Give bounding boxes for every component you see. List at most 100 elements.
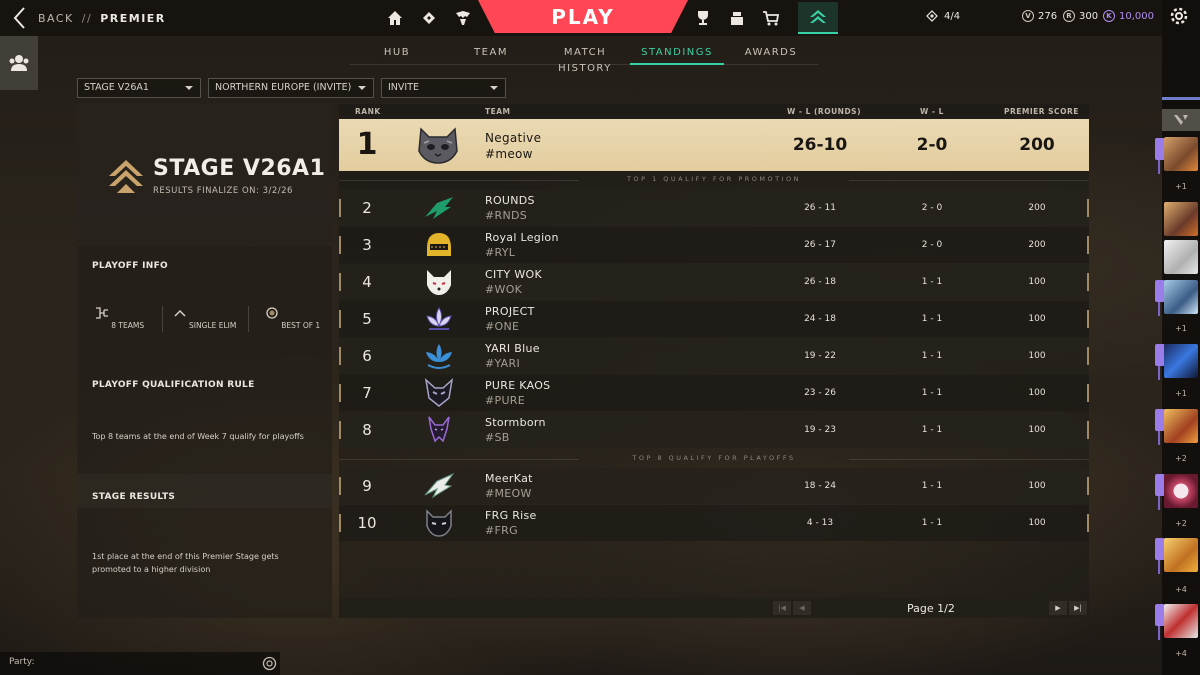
back-button[interactable]: BACK // PREMIER — [10, 6, 166, 30]
gear-icon[interactable] — [1168, 5, 1190, 27]
wl-cell: 1 - 1 — [921, 388, 943, 398]
row-marker — [1087, 384, 1089, 402]
premier-tabs: HUB TEAM MATCH HISTORY STANDINGS AWARDS — [350, 45, 818, 74]
header-wl: W - L — [920, 107, 944, 116]
next-page-button[interactable]: ▶ — [1049, 601, 1067, 615]
playoff-info-title: PLAYOFF INFO — [92, 261, 168, 271]
breadcrumb-separator: // — [81, 11, 93, 25]
collection-nav[interactable] — [720, 4, 754, 32]
row-marker — [1087, 477, 1089, 495]
playoff-bestof-label: BEST OF 1 — [281, 321, 321, 330]
table-row[interactable]: 4 CITY WOK #WOK 26 - 18 1 - 1 100 — [339, 264, 1089, 300]
avatar[interactable] — [1164, 137, 1198, 171]
team-tag: #FRG — [485, 524, 518, 537]
avatar[interactable] — [1164, 474, 1198, 508]
division-select[interactable]: INVITE — [381, 78, 506, 98]
radianite-value: 300 — [1079, 10, 1099, 22]
rank-cell: 10 — [357, 514, 377, 532]
radianite-points[interactable]: R 300 — [1063, 10, 1098, 22]
region-select-value: NORTHERN EUROPE (INVITE) — [215, 82, 352, 93]
table-row[interactable]: 5 PROJECT #ONE 24 - 18 1 - 1 100 — [339, 301, 1089, 337]
friends-button[interactable] — [0, 36, 38, 90]
breadcrumb: PREMIER — [100, 11, 166, 25]
wl-cell: 2 - 0 — [921, 203, 943, 213]
avatar[interactable] — [1164, 409, 1198, 443]
tab-team[interactable]: TEAM — [444, 45, 538, 65]
table-row[interactable]: 10 FRG Rise #FRG 4 - 13 1 - 1 100 — [339, 505, 1089, 541]
table-row[interactable]: 7 PURE KAOS #PURE 23 - 26 1 - 1 100 — [339, 375, 1089, 411]
rank-cell: 1 — [356, 127, 378, 162]
battlepass-nav[interactable] — [412, 4, 446, 32]
avatar[interactable] — [1164, 538, 1198, 572]
first-page-button[interactable]: |◀ — [773, 601, 791, 615]
premier-nav[interactable] — [798, 2, 838, 34]
voice-chat-icon[interactable] — [262, 656, 277, 671]
pagination: |◀ ◀ Page 1/2 ▶ ▶| — [339, 598, 1089, 618]
career-nav[interactable] — [686, 4, 720, 32]
green-bird-logo-icon — [425, 197, 453, 219]
blue-lotus-logo-icon — [426, 344, 452, 369]
table-row[interactable]: 8 Stormborn #SB 19 - 23 1 - 1 100 — [339, 412, 1089, 448]
avatar[interactable] — [1164, 202, 1198, 236]
table-row[interactable]: 2 ROUNDS #RNDS 26 - 11 2 - 0 200 — [339, 190, 1089, 226]
home-nav[interactable] — [378, 4, 412, 32]
stage-results-header — [77, 474, 332, 508]
tab-hub[interactable]: HUB — [350, 45, 444, 65]
stage-select[interactable]: STAGE V26A1 — [77, 78, 201, 98]
valorant-logo-button[interactable] — [1162, 109, 1200, 131]
team-name: PROJECT — [485, 305, 535, 318]
score-cell: 100 — [1028, 481, 1046, 491]
avatar[interactable] — [1164, 604, 1198, 638]
chevron-down-icon — [358, 86, 366, 90]
team-tag: #SB — [485, 431, 510, 444]
rounds-cell: 4 - 13 — [806, 518, 834, 528]
kingdom-credits-icon: K — [1103, 10, 1115, 22]
row-marker — [1087, 310, 1089, 328]
rank-cell: 5 — [362, 310, 372, 328]
header-rounds: W - L (ROUNDS) — [787, 107, 861, 116]
kingdom-credits[interactable]: K 10,000 — [1103, 10, 1154, 22]
table-row[interactable]: 9 MeerKat #MEOW 18 - 24 1 - 1 100 — [339, 468, 1089, 504]
last-page-button[interactable]: ▶| — [1069, 601, 1087, 615]
nav-left-group — [378, 4, 480, 32]
nav-right-group — [686, 4, 788, 32]
social-panel — [1162, 0, 1200, 675]
tab-match-history[interactable]: MATCH HISTORY — [538, 45, 632, 74]
stage-select-value: STAGE V26A1 — [84, 82, 149, 93]
score-cell: 100 — [1028, 351, 1046, 361]
qualification-rule-text: Top 8 teams at the end of Week 7 qualify… — [92, 432, 304, 441]
team-name: MeerKat — [485, 472, 533, 485]
standings-table: RANK TEAM W - L (ROUNDS) W - L PREMIER S… — [339, 104, 1089, 618]
party-chat-bar[interactable]: Party: — [0, 652, 280, 675]
row-marker — [1087, 236, 1089, 254]
table-row[interactable]: 1 Negative #meow 26-10 2-0 200 — [339, 119, 1089, 171]
valorant-logo-icon — [1174, 115, 1188, 125]
avatar[interactable] — [1164, 280, 1198, 314]
prev-page-button[interactable]: ◀ — [793, 601, 811, 615]
rounds-cell: 26 - 17 — [804, 240, 836, 250]
playoff-bestof: BEST OF 1 — [250, 306, 335, 330]
tab-awards[interactable]: AWARDS — [724, 45, 818, 65]
avatar[interactable] — [1164, 240, 1198, 274]
team-tag: #YARI — [485, 357, 520, 370]
rank-cell: 8 — [362, 421, 372, 439]
agents-icon — [456, 11, 470, 25]
agents-nav[interactable] — [446, 4, 480, 32]
rounds-cell: 19 - 23 — [804, 425, 836, 435]
region-select[interactable]: NORTHERN EUROPE (INVITE) — [208, 78, 374, 98]
row-marker — [1087, 514, 1089, 532]
stage-finalize-date: RESULTS FINALIZE ON: 3/2/26 — [153, 186, 293, 196]
tab-standings[interactable]: STANDINGS — [630, 45, 724, 65]
valorant-points-icon: V — [1022, 10, 1034, 22]
wl-cell: 1 - 1 — [921, 425, 943, 435]
table-row[interactable]: 6 YARI Blue #YARI 19 - 22 1 - 1 100 — [339, 338, 1089, 374]
play-button[interactable]: PLAY — [478, 0, 688, 33]
avatar[interactable] — [1164, 344, 1198, 378]
qualification-rule-title: PLAYOFF QUALIFICATION RULE — [92, 380, 255, 390]
valorant-points[interactable]: V 276 — [1022, 10, 1057, 22]
team-name: Negative — [485, 131, 542, 145]
table-row[interactable]: 3 Royal Legion #RYL 26 - 17 2 - 0 200 — [339, 227, 1089, 263]
store-nav[interactable] — [754, 4, 788, 32]
radianite-icon: R — [1063, 10, 1075, 22]
promotion-divider: TOP 1 QUALIFY FOR PROMOTION — [339, 175, 1089, 187]
